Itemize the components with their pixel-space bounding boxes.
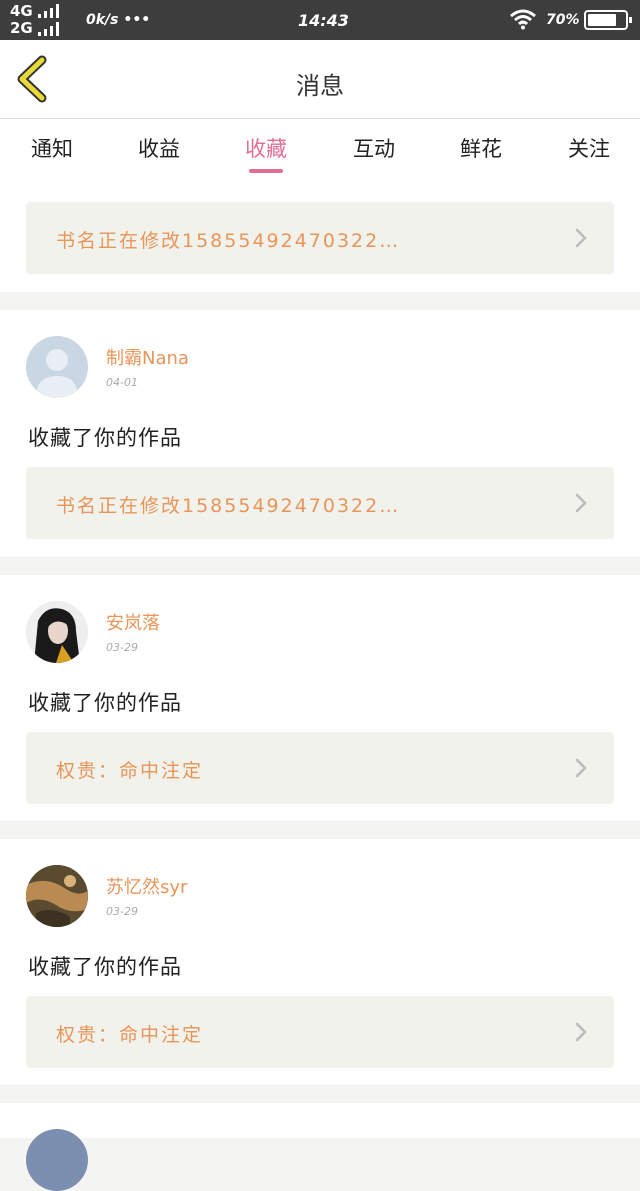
username[interactable]: 制霸Nana bbox=[106, 344, 189, 370]
chevron-right-icon bbox=[575, 1022, 587, 1042]
book-title: 权贵：命中注定 bbox=[56, 1024, 204, 1046]
message-card: 安岚落 03-29 收藏了你的作品 权贵：命中注定 bbox=[0, 575, 640, 821]
user-avatar-icon bbox=[26, 865, 88, 927]
tab-favorites[interactable]: 收藏 bbox=[226, 133, 306, 163]
avatar[interactable] bbox=[26, 601, 88, 663]
chevron-right-icon bbox=[575, 228, 587, 248]
status-bar: 4G 2G 0k/s ••• 14:43 70% bbox=[0, 0, 640, 40]
message-text: 收藏了你的作品 bbox=[28, 426, 182, 450]
chevron-right-icon bbox=[575, 493, 587, 513]
battery-percent: 70% bbox=[546, 12, 580, 28]
message-date: 03-29 bbox=[106, 641, 138, 654]
username[interactable]: 安岚落 bbox=[106, 609, 160, 635]
avatar[interactable] bbox=[26, 1129, 88, 1191]
avatar[interactable] bbox=[26, 336, 88, 398]
network-type-2: 2G bbox=[10, 19, 33, 37]
tab-flowers[interactable]: 鲜花 bbox=[441, 133, 521, 163]
message-card: 制霸Nana 04-01 收藏了你的作品 书名正在修改1585549247032… bbox=[0, 310, 640, 557]
message-card: 苏忆然syr 03-29 收藏了你的作品 权贵：命中注定 bbox=[0, 839, 640, 1085]
active-tab-indicator bbox=[249, 169, 283, 173]
network-speed: 0k/s ••• bbox=[86, 12, 151, 28]
signal-icon bbox=[38, 4, 59, 18]
message-text: 收藏了你的作品 bbox=[28, 691, 182, 715]
tab-notifications[interactable]: 通知 bbox=[12, 133, 92, 163]
book-title: 书名正在修改15855492470322… bbox=[56, 495, 401, 517]
message-text: 收藏了你的作品 bbox=[28, 955, 182, 979]
book-link[interactable]: 权贵：命中注定 bbox=[26, 732, 614, 804]
user-avatar-icon bbox=[26, 601, 88, 663]
network-type-1: 4G bbox=[10, 2, 33, 20]
book-card: 书名正在修改15855492470322… bbox=[0, 180, 640, 292]
book-title: 书名正在修改15855492470322… bbox=[56, 230, 401, 252]
tab-interactions[interactable]: 互动 bbox=[334, 133, 414, 163]
chevron-right-icon bbox=[575, 758, 587, 778]
wifi-icon bbox=[510, 9, 536, 30]
book-link[interactable]: 书名正在修改15855492470322… bbox=[26, 467, 614, 539]
book-link[interactable]: 权贵：命中注定 bbox=[26, 996, 614, 1068]
page-title: 消息 bbox=[296, 72, 344, 100]
tab-bar: 通知 收益 收藏 互动 鲜花 关注 bbox=[0, 118, 640, 180]
signal-icon bbox=[38, 22, 59, 36]
avatar[interactable] bbox=[26, 865, 88, 927]
clock: 14:43 bbox=[298, 11, 349, 30]
nav-bar: 消息 bbox=[0, 40, 640, 118]
message-card bbox=[0, 1103, 640, 1191]
battery-icon bbox=[584, 10, 632, 30]
tab-earnings[interactable]: 收益 bbox=[119, 133, 199, 163]
message-date: 03-29 bbox=[106, 905, 138, 918]
tab-follows[interactable]: 关注 bbox=[549, 133, 629, 163]
book-title: 权贵：命中注定 bbox=[56, 760, 204, 782]
default-avatar-icon bbox=[36, 349, 78, 398]
message-date: 04-01 bbox=[106, 376, 138, 389]
username[interactable]: 苏忆然syr bbox=[106, 873, 187, 899]
book-link[interactable]: 书名正在修改15855492470322… bbox=[26, 202, 614, 274]
